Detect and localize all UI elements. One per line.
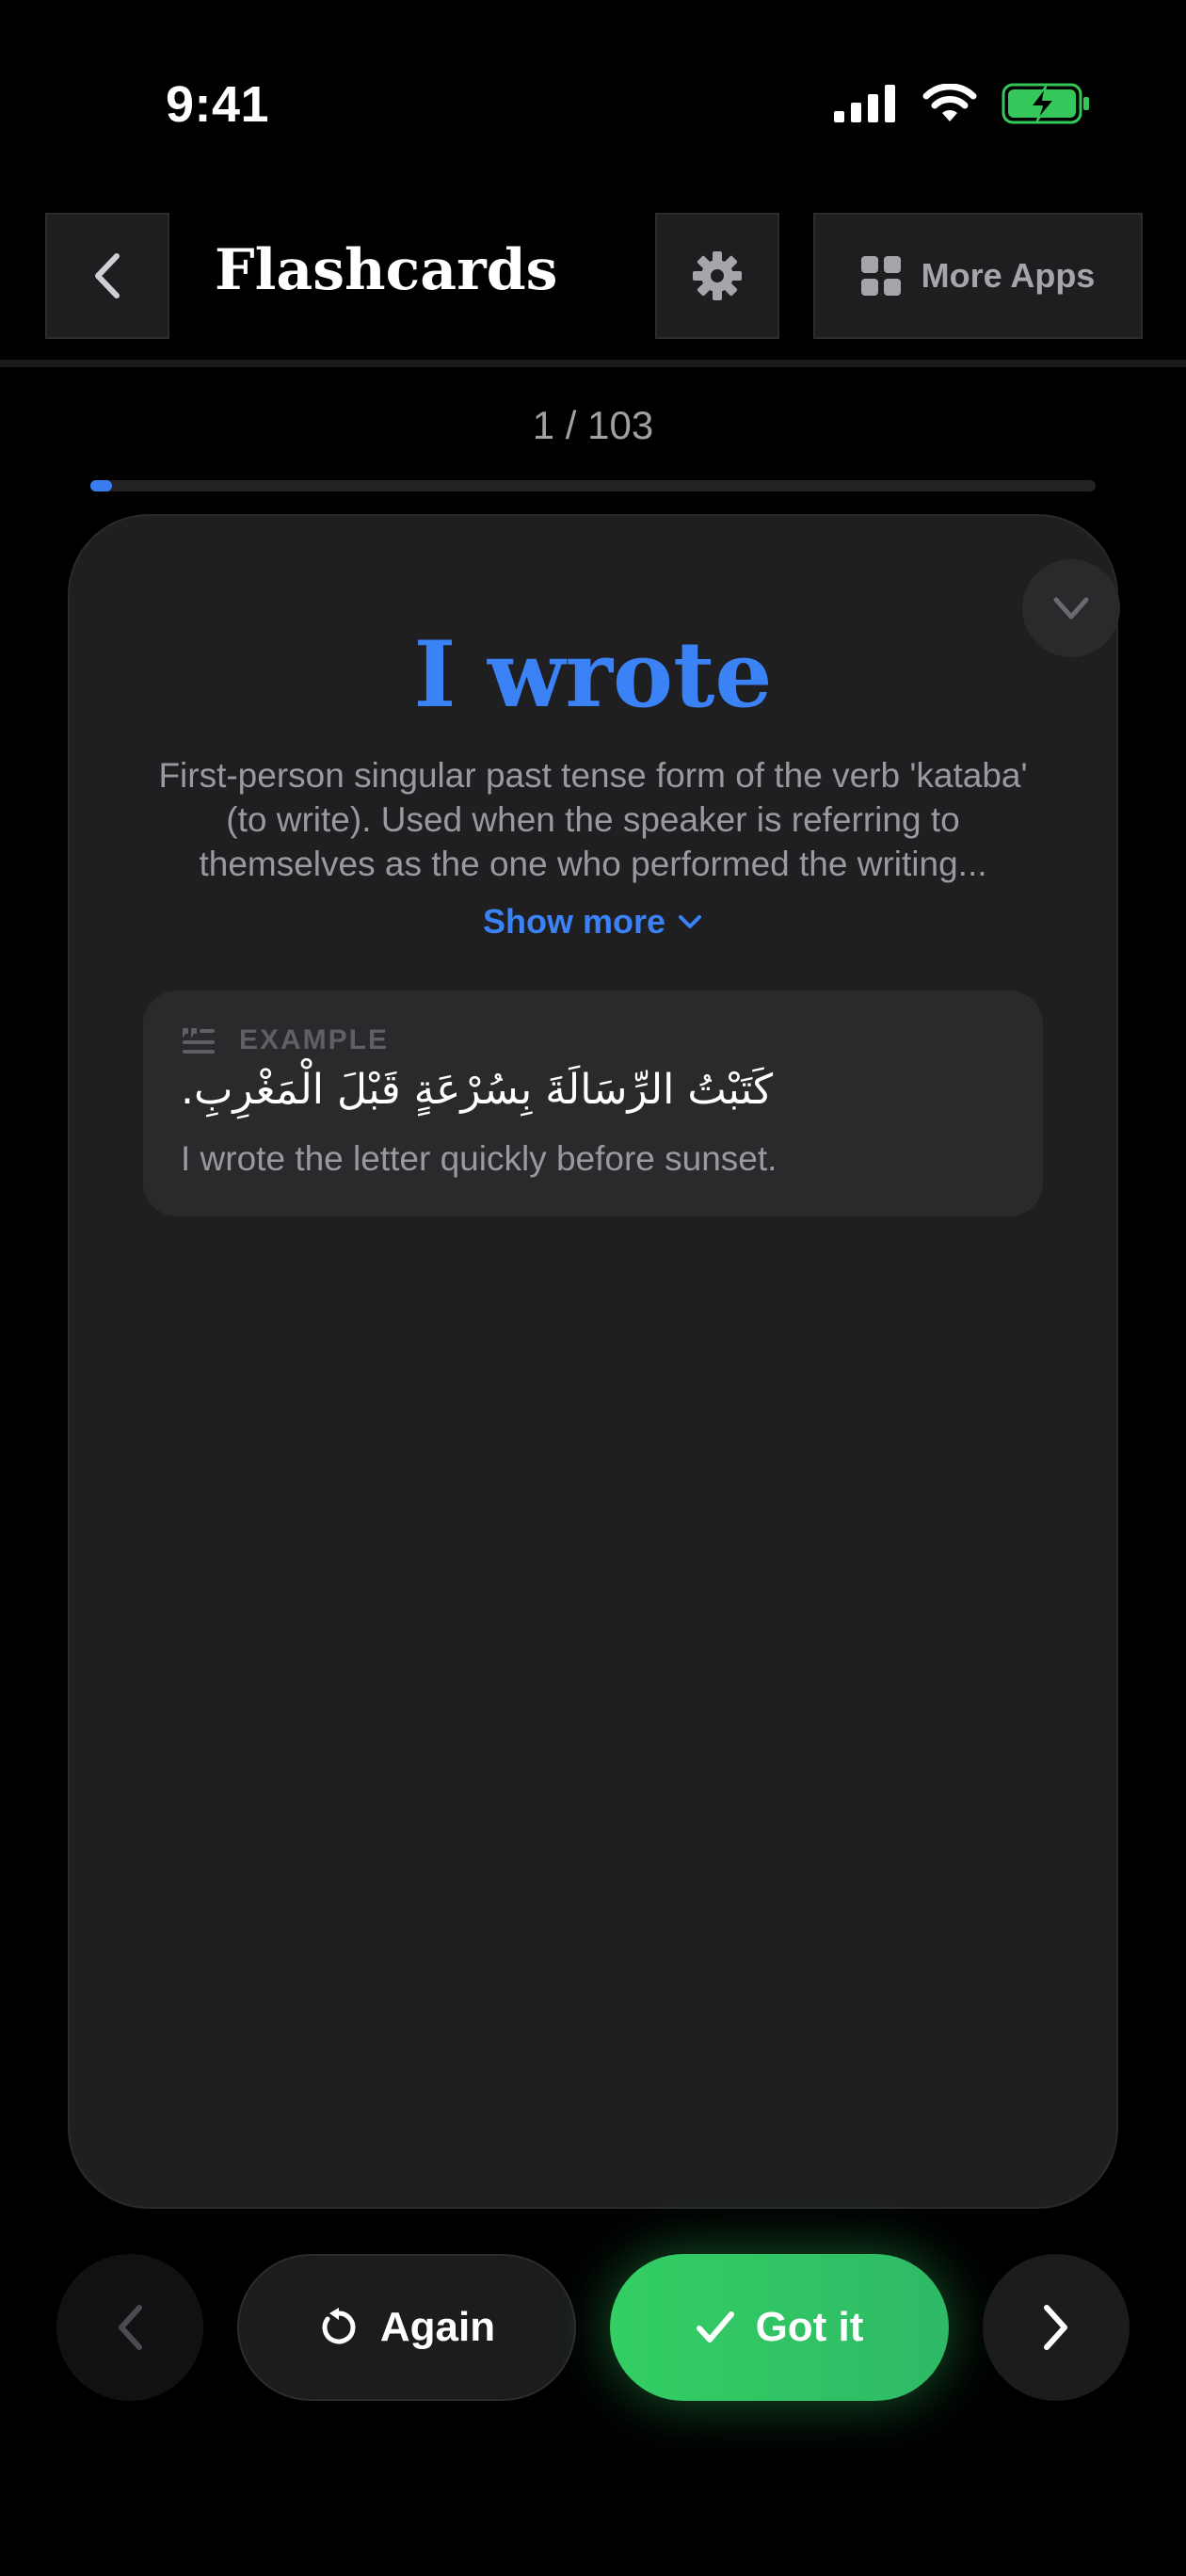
checkmark-icon: [696, 2311, 734, 2343]
chevron-down-icon: [679, 915, 702, 928]
show-more-button[interactable]: Show more: [0, 902, 1186, 942]
again-label: Again: [379, 2304, 496, 2350]
example-label: EXAMPLE: [239, 1024, 390, 1055]
status-icons: [834, 83, 1092, 124]
settings-button[interactable]: [655, 213, 779, 339]
got-it-label: Got it: [755, 2304, 864, 2350]
progress-bar: [90, 480, 1096, 491]
cellular-signal-icon: [834, 85, 895, 122]
more-apps-label: More Apps: [921, 256, 1096, 295]
show-more-label: Show more: [482, 902, 666, 941]
chevron-left-icon: [119, 2305, 142, 2350]
back-button[interactable]: [45, 213, 169, 339]
again-button[interactable]: Again: [237, 2254, 576, 2401]
wifi-icon: [922, 84, 977, 121]
got-it-button[interactable]: Got it: [610, 2254, 949, 2401]
quote-icon: [183, 1028, 215, 1054]
card-definition: First-person singular past tense form of…: [158, 756, 1028, 883]
status-time: 9:41: [166, 76, 270, 133]
example-header: EXAMPLE: [181, 1024, 389, 1056]
next-card-button[interactable]: [983, 2254, 1130, 2401]
grid-icon: [860, 256, 901, 296]
gear-icon: [693, 251, 742, 300]
chevron-right-icon: [1044, 2305, 1067, 2350]
chevron-left-icon: [95, 253, 120, 298]
previous-card-button[interactable]: [56, 2254, 203, 2401]
progress-bar-fill: [90, 480, 113, 491]
battery-charging-icon: [1002, 83, 1089, 124]
app-header: Flashcards More Apps: [0, 213, 1186, 341]
more-apps-button[interactable]: More Apps: [813, 213, 1143, 339]
retry-icon: [322, 2308, 356, 2344]
page-title: Flashcards: [215, 237, 558, 303]
header-divider: [0, 360, 1186, 367]
card-word: I wrote: [413, 621, 773, 728]
status-bar: 9:41: [0, 0, 1186, 141]
example-translation: I wrote the letter quickly before sunset…: [181, 1139, 777, 1178]
example-arabic-sentence: كَتَبْتُ الرِّسَالَةَ بِسُرْعَةٍ قَبْلَ …: [181, 1066, 774, 1114]
chevron-down-icon: [1053, 597, 1089, 620]
progress-counter: 1 / 103: [532, 403, 654, 447]
flashcards-screen: 9:41 Flashcards More Apps 1 / 103 I wrot…: [0, 0, 1186, 2576]
example-box: EXAMPLE كَتَبْتُ الرِّسَالَةَ بِسُرْعَةٍ…: [143, 990, 1043, 1216]
